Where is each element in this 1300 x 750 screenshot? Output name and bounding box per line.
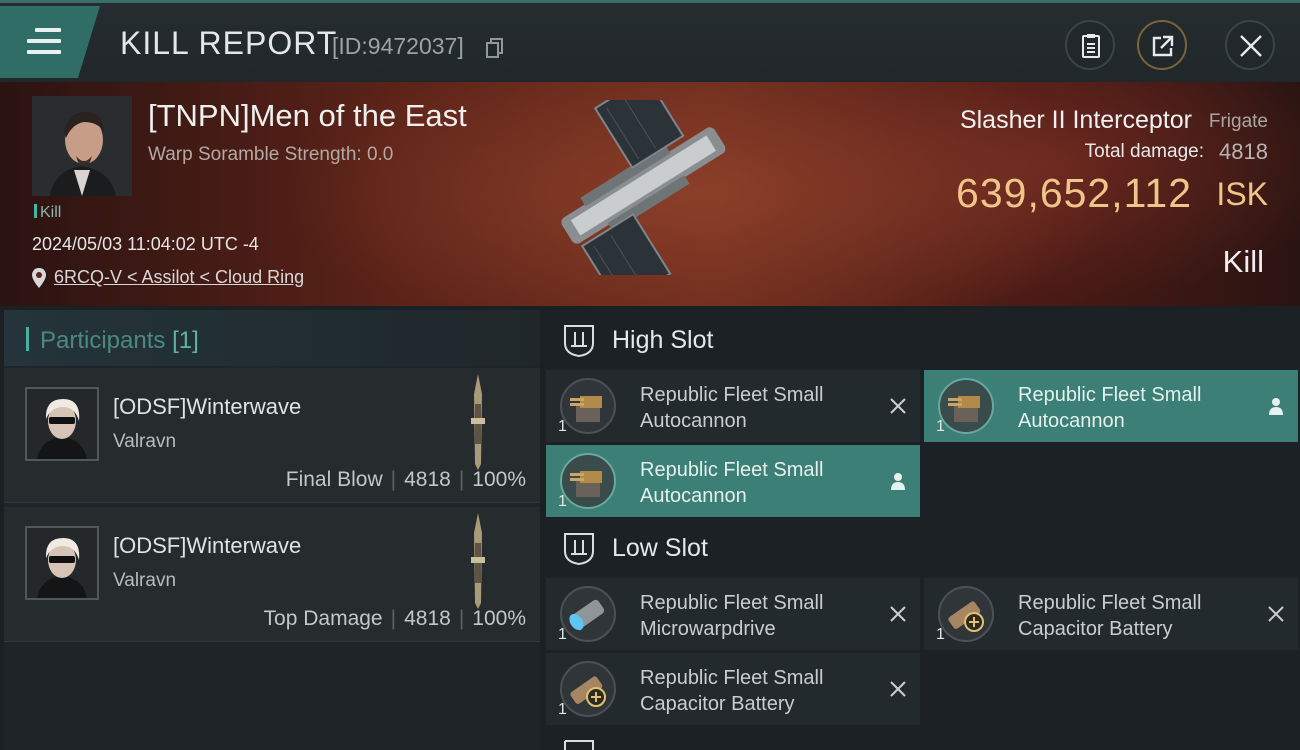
participants-label: Participants <box>40 327 166 354</box>
module-quantity: 1 <box>936 418 945 435</box>
menu-icon <box>27 28 61 61</box>
module-item[interactable]: 1 Republic Fleet Small Autocannon <box>924 370 1298 442</box>
participant-ship-icon[interactable] <box>467 513 489 609</box>
participant-role: Top Damage <box>263 607 383 630</box>
kill-datetime: 2024/05/03 11:04:02 UTC -4 <box>32 234 259 254</box>
participant-damage: 4818 <box>404 607 451 630</box>
warp-scramble-strength: Warp Soramble Strength: 0.0 <box>148 144 394 165</box>
kill-result: Kill <box>1222 244 1264 279</box>
participant-percent: 100% <box>472 607 526 630</box>
module-name: Republic Fleet Small Autocannon <box>640 459 824 507</box>
copy-icon[interactable] <box>486 38 504 58</box>
isk-unit: ISK <box>1216 176 1268 212</box>
participant-ship-icon[interactable] <box>467 374 489 470</box>
low-slot-icon <box>564 533 594 565</box>
module-name: Republic Fleet Small Autocannon <box>1018 384 1202 432</box>
participant-name[interactable]: [ODSF]Winterwave <box>113 533 301 559</box>
share-button[interactable] <box>1137 20 1187 70</box>
low-slot-header: Low Slot <box>544 518 1300 576</box>
module-name: Republic Fleet Small Autocannon <box>640 384 824 432</box>
participants-title: Participants [1] <box>40 327 199 355</box>
module-item[interactable]: 1 Republic Fleet Small Capacitor Battery <box>546 653 920 725</box>
victim-portrait[interactable] <box>32 96 132 196</box>
module-name: Republic Fleet Small Capacitor Battery <box>1018 592 1202 640</box>
high-slot-label: High Slot <box>612 326 714 354</box>
participant-row[interactable]: [ODSF]Winterwave Valravn Final Blow | 4818… <box>4 368 540 503</box>
total-damage-label: Total damage: <box>1084 141 1204 162</box>
header-accent-bar <box>26 327 29 351</box>
kill-banner: [TNPN]Men of the East Warp Soramble Stre… <box>0 82 1300 306</box>
module-item[interactable]: 1 Republic Fleet Small Microwarpdrive <box>546 578 920 650</box>
dropped-person-icon <box>1269 398 1283 415</box>
page-title: KILL REPORT <box>120 25 338 61</box>
clipboard-icon <box>1082 34 1100 58</box>
kill-tag-label: Kill <box>40 204 62 221</box>
participant-stats: Final Blow | 4818 | 100% <box>285 468 526 491</box>
participants-header[interactable]: Participants [1] <box>4 310 540 366</box>
module-name: Republic Fleet Small Microwarpdrive <box>640 592 824 640</box>
location-link[interactable]: 6RCQ-V < Assilot < Cloud Ring <box>54 267 304 287</box>
module-quantity: 1 <box>558 701 567 718</box>
close-icon <box>1240 35 1262 57</box>
destroyed-x-icon <box>890 398 906 414</box>
module-item[interactable]: 1 Republic Fleet Small Autocannon <box>546 445 920 517</box>
module-quantity: 1 <box>558 626 567 643</box>
header-bar: KILL REPORT [ID:9472037] <box>0 0 1300 85</box>
destroyed-x-icon <box>890 606 906 622</box>
victim-name[interactable]: [TNPN]Men of the East <box>148 98 467 134</box>
module-item[interactable]: 1 Republic Fleet Small Autocannon <box>546 370 920 442</box>
participant-avatar[interactable] <box>25 526 99 600</box>
participant-role: Final Blow <box>285 468 383 491</box>
destroyed-x-icon <box>1268 606 1284 622</box>
destroyed-x-icon <box>890 681 906 697</box>
module-name: Republic Fleet Small Capacitor Battery <box>640 667 824 715</box>
share-icon <box>1152 35 1174 57</box>
low-slot-label: Low Slot <box>612 534 708 562</box>
menu-button[interactable] <box>0 6 100 78</box>
victim-ship-name[interactable]: Slasher II Interceptor <box>960 106 1192 135</box>
dropped-person-icon <box>891 473 905 490</box>
autocannon-icon <box>938 378 994 434</box>
participant-stats: Top Damage | 4818 | 100% <box>263 607 526 630</box>
ship-image <box>561 100 726 275</box>
participant-row[interactable]: [ODSF]Winterwave Valravn Top Damage | 4818… <box>4 507 540 642</box>
participant-corp: Valravn <box>113 431 177 452</box>
kill-tag: Kill <box>34 204 61 222</box>
module-quantity: 1 <box>558 418 567 435</box>
participants-count: [1] <box>172 327 199 354</box>
module-item[interactable]: 1 Republic Fleet Small Capacitor Battery <box>924 578 1298 650</box>
module-quantity: 1 <box>558 493 567 510</box>
high-slot-icon <box>564 325 594 357</box>
capacitor-battery-icon <box>560 661 616 717</box>
participant-damage: 4818 <box>404 468 451 491</box>
location-pin-icon <box>32 268 46 288</box>
total-damage-value: 4818 <box>1219 139 1268 164</box>
clipboard-button[interactable] <box>1065 20 1115 70</box>
high-slot-header: High Slot <box>544 310 1300 368</box>
kill-location[interactable]: 6RCQ-V < Assilot < Cloud Ring <box>32 267 304 288</box>
mid-slot-icon <box>564 740 594 750</box>
autocannon-icon <box>560 378 616 434</box>
close-button[interactable] <box>1225 20 1275 70</box>
participant-corp: Valravn <box>113 570 177 591</box>
victim-ship-class: Frigate <box>1208 111 1268 132</box>
microwarpdrive-icon <box>560 586 616 642</box>
isk-value: 639,652,112 <box>956 170 1192 216</box>
kill-id: [ID:9472037] <box>332 33 464 59</box>
participant-avatar[interactable] <box>25 387 99 461</box>
participants-panel: Participants [1] [ODSF]Winterwave Valrav… <box>4 310 540 750</box>
participant-name[interactable]: [ODSF]Winterwave <box>113 394 301 420</box>
module-quantity: 1 <box>936 626 945 643</box>
autocannon-icon <box>560 453 616 509</box>
participant-percent: 100% <box>472 468 526 491</box>
fitting-panel: High Slot 1 Republic Fleet Small Autocann… <box>544 310 1300 750</box>
capacitor-battery-icon <box>938 586 994 642</box>
